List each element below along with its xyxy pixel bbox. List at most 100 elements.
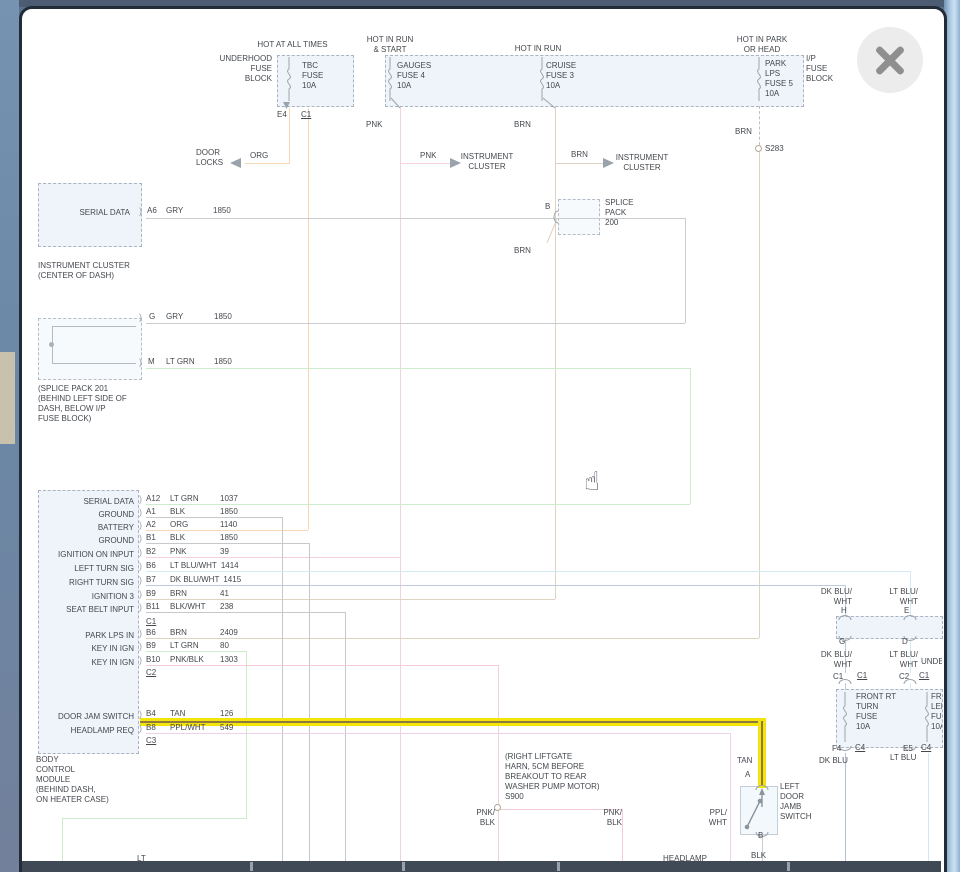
pin-bracket: ): [139, 547, 142, 557]
connector-c1: C1: [857, 671, 868, 680]
bcm-wire-color: LT GRN: [170, 641, 199, 650]
bcm-row: B7 DK BLU/WHT 1415: [146, 575, 241, 585]
bcm-circuit-number: 39: [220, 547, 229, 556]
connector-pin-c1: C1: [833, 672, 844, 681]
bcm-wire-color: BLK: [170, 533, 186, 542]
bcm-circuit-number: 1140: [220, 520, 238, 529]
bcm-row: B1 BLK 1850: [146, 533, 238, 543]
ip-fuse-block-label: I/P FUSE BLOCK: [806, 54, 834, 83]
bcm-wire-color: TAN: [170, 709, 186, 718]
bcm-circuit-number: 1850: [220, 533, 238, 542]
wire-label-ltblu: LT BLU: [890, 753, 917, 762]
bcm-wire-color: LT BLU/WHT: [170, 561, 217, 570]
bcm-circuit-number: 1850: [220, 507, 238, 516]
pin-bracket: ): [139, 655, 142, 665]
pin-bracket: ): [139, 533, 142, 543]
sp201-pin: G: [149, 312, 156, 321]
bcm-circuit-number: 1303: [220, 655, 238, 664]
bcm-row-label: LEFT TURN SIG: [74, 564, 134, 573]
bcm-row: B10 PNK/BLK 1303: [146, 655, 238, 665]
park-lps-fuse-label: PARK LPS FUSE 5 10A: [765, 59, 794, 98]
down-arrow-icon: [283, 102, 290, 109]
bcm-wire-color: LT GRN: [170, 494, 199, 503]
pin-bracket: ): [139, 723, 142, 733]
bcm-row: C2: [146, 668, 156, 678]
pin-bracket: ): [139, 709, 142, 719]
connector-c1: C1: [919, 671, 930, 680]
tbc-connector: C1: [301, 110, 312, 119]
bcm-row-label: HEADLAMP REQ: [70, 726, 134, 735]
bcm-row: A1 BLK 1850: [146, 507, 238, 517]
fuse-output-lead: [542, 97, 556, 109]
connector-pin-h: H: [841, 606, 847, 615]
pin-bracket: ): [139, 494, 142, 504]
bcm-pin: B10: [146, 655, 161, 664]
bcm-circuit-number: 1415: [223, 575, 242, 584]
front-rt-turn-fuse-label: FRONT RT TURN FUSE 10A: [856, 692, 897, 731]
bcm-caption: BODY CONTROL MODULE (BEHIND DASH, ON HEA…: [36, 755, 109, 804]
wire-label-blk: BLK: [751, 851, 767, 860]
feed-label-hot-in-run-start: HOT IN RUN & START: [366, 35, 414, 54]
switch-pin-b: B: [758, 831, 764, 840]
sp200-pin-b: B: [545, 202, 551, 211]
bcm-circuit-number: 80: [220, 641, 229, 650]
wire-label-brn: BRN: [735, 127, 752, 136]
splice-s283-label: S283: [765, 144, 784, 153]
bcm-wire-color: ORG: [170, 520, 189, 529]
bcm-pin: A2: [146, 520, 156, 529]
wire-label-pnk-blk: PNK/ BLK: [603, 808, 622, 827]
pin-bracket: ): [139, 520, 142, 530]
bcm-row-label: DOOR JAM SWITCH: [58, 712, 134, 721]
bcm-row-label: SEAT BELT INPUT: [66, 605, 134, 614]
bcm-row-label: SERIAL DATA: [83, 497, 134, 506]
bcm-row-label: KEY IN IGN: [91, 658, 134, 667]
door-jamb-switch-symbol: [744, 788, 765, 830]
tbc-pin: E4: [277, 110, 287, 119]
feed-label-hot-at-all-times: HOT AT ALL TIMES: [257, 40, 328, 49]
bcm-row: C1: [146, 617, 156, 627]
sp200-lead: [546, 218, 558, 244]
tbc-fuse-label: TBC FUSE 10A: [302, 61, 324, 90]
bcm-row-label: PARK LPS IN: [85, 631, 134, 640]
pin-bracket: ): [139, 575, 142, 585]
connector-pin-d: D: [902, 637, 908, 646]
pin-bracket: ): [139, 641, 142, 651]
feed-label-hot-in-run: HOT IN RUN: [514, 44, 562, 53]
wire-label-org: ORG: [250, 151, 269, 160]
wire-label-brn: BRN: [571, 150, 588, 159]
wire-label-ppl-wht: PPL/ WHT: [708, 808, 727, 827]
wire-label-dkblu-wht: DK BLU/ WHT: [820, 587, 852, 606]
bcm-pin: B2: [146, 547, 156, 556]
front-lt-turn-fuse-label-clipped: FRONT LEFT FUSE 10A: [931, 692, 942, 731]
underhood-label-clipped: UNDERHOOD: [921, 657, 942, 666]
bcm-circuit-number: 1037: [220, 494, 238, 503]
bottom-bar: [22, 861, 941, 872]
bcm-pin: B9: [146, 589, 156, 598]
bcm-pin: B11: [146, 602, 160, 611]
bcm-pin: A12: [146, 494, 161, 503]
bottom-bar-divider: [557, 862, 560, 871]
wiring-diagram-canvas[interactable]: HOT AT ALL TIMES HOT IN RUN & START HOT …: [0, 0, 960, 872]
bcm-row-label: KEY IN IGN: [91, 644, 134, 653]
connector-c4: C4: [921, 743, 932, 752]
door-jamb-switch-label: LEFT DOOR JAMB SWITCH: [780, 782, 812, 821]
bcm-row: A12 LT GRN 1037: [146, 494, 238, 504]
bcm-row-label: RIGHT TURN SIG: [68, 578, 134, 587]
bcm-circuit-number: 41: [220, 589, 229, 598]
underhood-fuse-block-label: UNDERHOOD FUSE BLOCK: [219, 54, 272, 83]
splice-s900-label: S900: [505, 792, 524, 801]
bottom-bar-divider: [250, 862, 253, 871]
bcm-pin: C2: [146, 668, 157, 677]
pin-bracket: ): [139, 589, 142, 599]
sp201-wire: GRY: [166, 312, 184, 321]
bcm-row-label: GROUND: [98, 510, 134, 519]
bcm-circuit-number: 238: [220, 602, 234, 611]
target-instrument-cluster: INSTRUMENT CLUSTER: [615, 153, 669, 172]
pin-bracket: ): [139, 206, 142, 216]
close-button[interactable]: [857, 27, 923, 93]
cruise-fuse-label: CRUISE FUSE 3 10A: [546, 61, 577, 90]
bcm-row: C3: [146, 736, 156, 746]
target-instrument-cluster: INSTRUMENT CLUSTER: [460, 152, 514, 171]
bcm-row: A2 ORG 1140: [146, 520, 237, 530]
bcm-row: B6 LT BLU/WHT 1414: [146, 561, 239, 571]
